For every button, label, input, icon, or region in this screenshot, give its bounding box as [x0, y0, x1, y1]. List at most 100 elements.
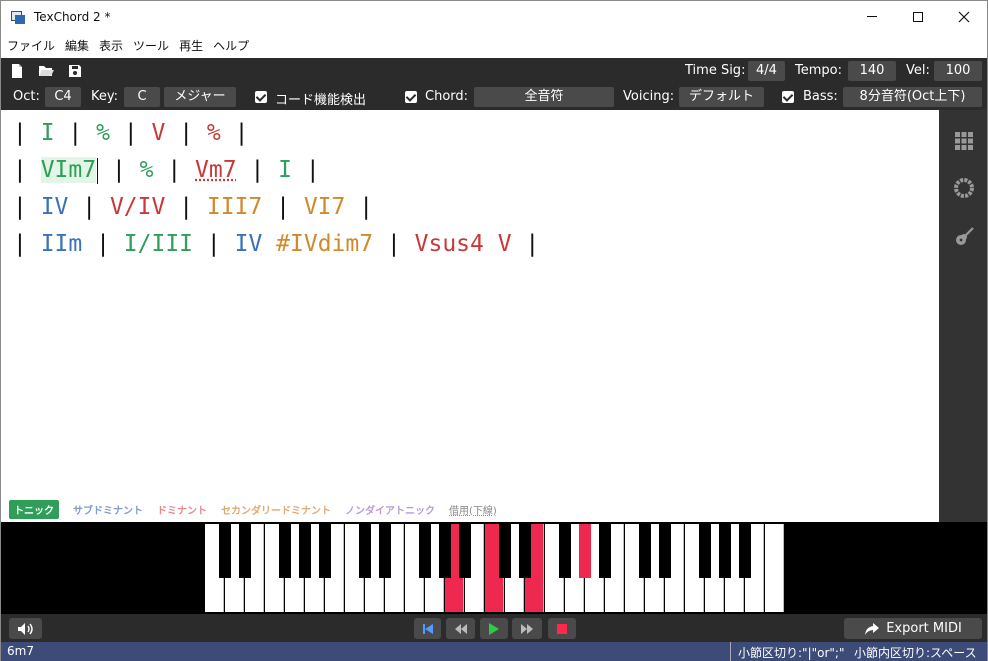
legend-borrowed: 借用(下線) [449, 505, 497, 517]
current-chord-status: 6m7 [7, 644, 34, 658]
chord-token: V [151, 120, 166, 146]
measure-separator: | [109, 120, 152, 146]
black-key[interactable] [359, 524, 371, 578]
transport-bar: Export MIDI [1, 614, 987, 642]
measure-separator: | [98, 157, 140, 183]
maximize-button[interactable] [895, 1, 941, 32]
black-key[interactable] [699, 524, 711, 578]
chord-rhythm-select[interactable]: 全音符 [474, 87, 614, 107]
black-key[interactable] [219, 524, 231, 578]
key-field[interactable]: C [124, 87, 160, 107]
black-key[interactable] [639, 524, 651, 578]
close-button[interactable] [941, 1, 987, 32]
black-key[interactable] [599, 524, 611, 578]
share-arrow-icon [865, 622, 880, 635]
minimize-button[interactable] [849, 1, 895, 32]
chord-editor[interactable]: | I | % | V | % | | VIm7 | % | Vm7 | I |… [1, 110, 939, 522]
save-icon[interactable] [67, 63, 83, 79]
chord-token: Vm7 [195, 157, 237, 183]
new-file-icon[interactable] [9, 63, 25, 79]
time-sig-label: Time Sig: [685, 63, 746, 78]
guitar-icon[interactable] [953, 226, 975, 248]
bass-checkbox[interactable] [782, 91, 794, 103]
legend-tonic: トニック [9, 499, 59, 519]
tempo-field[interactable]: 140 [848, 61, 896, 81]
mode-select[interactable]: メジャー [164, 87, 236, 107]
fast-forward-button[interactable] [512, 618, 542, 639]
measure-separator: | [511, 231, 540, 257]
black-key[interactable] [719, 524, 731, 578]
measure-separator: | [82, 231, 124, 257]
progression-line: | VIm7 | % | Vm7 | I | [13, 155, 320, 185]
measure-separator: | [165, 120, 207, 146]
black-key[interactable] [299, 524, 311, 578]
close-icon [958, 11, 970, 22]
octave-label: Oct: [13, 89, 40, 104]
measure-separator [262, 231, 276, 257]
black-key[interactable] [379, 524, 391, 578]
black-key[interactable] [739, 524, 751, 578]
black-key[interactable] [499, 524, 511, 578]
measure-separator: | [13, 157, 41, 183]
stop-icon [557, 623, 567, 634]
voicing-select[interactable]: デフォルト [679, 87, 764, 107]
export-midi-button[interactable]: Export MIDI [844, 618, 982, 639]
black-key[interactable] [439, 524, 451, 578]
voicing-label: Voicing: [623, 89, 675, 104]
legend-subdominant: サブドミナント [73, 505, 143, 517]
play-icon [489, 622, 499, 635]
menu-edit[interactable]: 編集 [65, 37, 89, 54]
black-key[interactable] [279, 524, 291, 578]
bass-pattern-select[interactable]: 8分音符(Oct上下) [843, 87, 982, 107]
chord-token: % [96, 120, 110, 146]
black-key[interactable] [419, 524, 431, 578]
piano-keys[interactable] [205, 524, 785, 612]
menu-file[interactable]: ファイル [7, 37, 55, 54]
status-bar: 6m7 小節区切り:"|"or";" 小節内区切り:スペース [1, 642, 987, 661]
black-key[interactable] [579, 524, 591, 578]
skip-start-button[interactable] [414, 618, 441, 639]
detect-function-checkbox[interactable] [255, 91, 267, 103]
menu-tools[interactable]: ツール [133, 37, 169, 54]
rewind-button[interactable] [446, 618, 475, 639]
skip-start-icon [422, 623, 433, 634]
measure-separator: | [54, 120, 97, 146]
black-key[interactable] [459, 524, 471, 578]
maximize-icon [913, 11, 923, 22]
circle-of-fifths-icon[interactable] [953, 177, 975, 199]
progression-line: | IV | V/IV | III7 | VI7 | [13, 192, 373, 222]
grid-icon[interactable] [953, 130, 975, 152]
function-legend: トニック サブドミナント ドミナント セカンダリードミナント ノンダイアトニック… [9, 499, 511, 519]
time-sig-field[interactable]: 4/4 [748, 61, 785, 81]
stop-button[interactable] [548, 618, 576, 639]
title-bar: TexChord 2 * [1, 1, 987, 32]
black-key[interactable] [659, 524, 671, 578]
chord-token: V/IV [109, 194, 166, 220]
black-key[interactable] [319, 524, 331, 578]
chord-token: Vsus4 V [414, 231, 512, 257]
measure-separator: | [262, 194, 304, 220]
chord-token: % [206, 120, 221, 146]
legend-non-diatonic: ノンダイアトニック [345, 505, 435, 517]
chord-token: IV [234, 231, 263, 257]
menu-play[interactable]: 再生 [179, 37, 203, 54]
velocity-field[interactable]: 100 [934, 61, 982, 81]
volume-button[interactable] [9, 618, 42, 639]
menu-view[interactable]: 表示 [99, 37, 123, 54]
chord-token: #IVdim7 [276, 231, 374, 257]
chord-token: I/III [123, 231, 194, 257]
bass-label: Bass: [803, 89, 838, 104]
progression-line: | I | % | V | % | [13, 118, 248, 148]
chord-token: III7 [206, 194, 263, 220]
black-key[interactable] [519, 524, 531, 578]
octave-field[interactable]: C4 [45, 87, 81, 107]
tempo-label: Tempo: [795, 63, 842, 78]
black-key[interactable] [239, 524, 251, 578]
open-folder-icon[interactable] [38, 63, 54, 79]
white-key[interactable] [765, 524, 784, 612]
black-key[interactable] [559, 524, 571, 578]
menu-help[interactable]: ヘルプ [213, 37, 249, 54]
play-button[interactable] [480, 618, 508, 639]
chord-checkbox[interactable] [405, 91, 417, 103]
measure-separator: | [13, 194, 41, 220]
